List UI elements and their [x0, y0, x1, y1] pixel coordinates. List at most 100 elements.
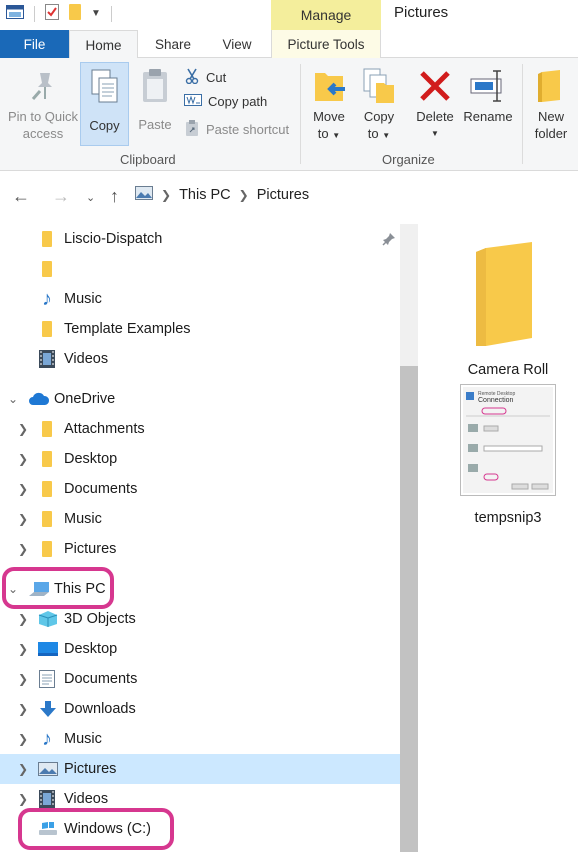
nav-item-label: OneDrive: [54, 391, 116, 407]
group-separator: [300, 64, 301, 164]
nav-item-label: Desktop: [64, 641, 118, 657]
pin-to-quick-access-button[interactable]: Pin to Quick access: [4, 64, 82, 142]
app-icon[interactable]: [6, 5, 24, 22]
folder-icon: [38, 260, 56, 278]
nav-item-onedrive-music[interactable]: ❯ Music: [0, 504, 400, 534]
collapsed-chevron-icon[interactable]: ❯: [16, 672, 30, 686]
paste-shortcut-button[interactable]: Paste shortcut: [184, 120, 289, 139]
breadcrumb-this-pc[interactable]: This PC: [179, 187, 231, 203]
nav-item-this-pc[interactable]: ⌄ This PC: [0, 574, 400, 604]
nav-item-label: Music: [64, 511, 102, 527]
breadcrumb-chevron-icon[interactable]: ❯: [161, 188, 171, 202]
collapsed-chevron-icon[interactable]: ❯: [16, 762, 30, 776]
tab-view[interactable]: View: [206, 30, 268, 58]
nav-item-downloads[interactable]: ❯ Downloads: [0, 694, 400, 724]
nav-pane-scrollbar[interactable]: [400, 224, 418, 852]
delete-dropdown-icon[interactable]: ▼: [431, 125, 439, 142]
tab-picture-tools[interactable]: Picture Tools: [271, 30, 381, 58]
nav-item-onedrive-desktop[interactable]: ❯ Desktop: [0, 444, 400, 474]
delete-button[interactable]: Delete ▼: [412, 64, 458, 142]
breadcrumb-chevron-icon[interactable]: ❯: [239, 188, 249, 202]
nav-item-onedrive-documents[interactable]: ❯ Documents: [0, 474, 400, 504]
nav-item-onedrive[interactable]: ⌄ OneDrive: [0, 384, 400, 414]
new-folder-label-line2: folder: [534, 126, 568, 141]
toolbar-separator: [110, 5, 112, 22]
back-arrow-icon[interactable]: ←: [12, 186, 30, 207]
file-list: Camera Roll Remote Desktop Connection te…: [420, 224, 578, 852]
copy-path-icon: [184, 94, 202, 109]
nav-item-unnamed-folder[interactable]: [0, 254, 400, 284]
paste-shortcut-icon: [184, 120, 200, 139]
copy-to-button[interactable]: Copy to ▼: [356, 64, 402, 144]
properties-icon[interactable]: [45, 4, 59, 23]
tab-share[interactable]: Share: [140, 30, 206, 58]
collapsed-chevron-icon[interactable]: ❯: [16, 612, 30, 626]
computer-icon: [28, 580, 50, 598]
collapsed-chevron-icon[interactable]: ❯: [16, 702, 30, 716]
file-item-tempsnip3[interactable]: Remote Desktop Connection tempsnip3: [448, 384, 568, 526]
nav-item-label: This PC: [54, 581, 106, 597]
expanded-chevron-icon[interactable]: ⌄: [6, 392, 20, 406]
nav-item-pc-pictures[interactable]: ❯ Pictures: [0, 754, 400, 784]
breadcrumb-pictures[interactable]: Pictures: [257, 187, 309, 203]
nav-item-label: Downloads: [64, 701, 136, 717]
collapsed-chevron-icon[interactable]: ❯: [16, 732, 30, 746]
expanded-chevron-icon[interactable]: ⌄: [6, 582, 20, 596]
nav-item-pc-videos[interactable]: ❯ Videos: [0, 784, 400, 814]
nav-item-label: 3D Objects: [64, 611, 136, 627]
collapsed-chevron-icon[interactable]: ❯: [16, 542, 30, 556]
nav-item-label: Template Examples: [64, 321, 191, 337]
nav-item-liscio-dispatch[interactable]: Liscio-Dispatch: [0, 224, 400, 254]
clipboard-group-label: Clipboard: [120, 152, 176, 167]
folder-icon: [38, 320, 56, 338]
nav-item-attachments[interactable]: ❯ Attachments: [0, 414, 400, 444]
music-note-icon: ♪: [42, 727, 52, 750]
new-folder-button[interactable]: New folder: [528, 64, 574, 142]
paste-button[interactable]: Paste: [132, 64, 178, 133]
nav-item-pc-desktop[interactable]: ❯ Desktop: [0, 634, 400, 664]
rename-label: Rename: [463, 109, 513, 124]
copy-button[interactable]: Copy: [80, 62, 129, 146]
address-bar: ← → ⌄ ↑ ❯ This PC ❯ Pictures: [0, 172, 578, 222]
nav-item-windows-c-drive[interactable]: Windows (C:): [0, 814, 400, 844]
nav-item-music-quick[interactable]: ♪ Music: [0, 284, 400, 314]
manage-contextual-tab[interactable]: Manage: [271, 0, 381, 30]
pinned-icon[interactable]: [382, 232, 396, 250]
collapsed-chevron-icon[interactable]: ❯: [16, 642, 30, 656]
folder-icon: [38, 510, 56, 528]
tab-home[interactable]: Home: [69, 30, 138, 59]
group-separator: [522, 64, 523, 164]
collapsed-chevron-icon[interactable]: ❯: [16, 512, 30, 526]
scrollbar-thumb[interactable]: [400, 366, 418, 852]
new-folder-label-line1: New: [537, 109, 564, 124]
nav-item-pc-music[interactable]: ❯ ♪ Music: [0, 724, 400, 754]
collapsed-chevron-icon[interactable]: ❯: [16, 792, 30, 806]
nav-item-3d-objects[interactable]: ❯ 3D Objects: [0, 604, 400, 634]
recent-locations-chevron-icon[interactable]: ⌄: [86, 191, 95, 204]
customize-toolbar-icon[interactable]: ▼: [91, 8, 101, 19]
rename-button[interactable]: Rename: [462, 64, 514, 125]
collapsed-chevron-icon[interactable]: ❯: [16, 482, 30, 496]
tab-file[interactable]: File: [0, 30, 69, 58]
navigation-pane: Liscio-Dispatch ♪ Music Template Example…: [0, 224, 400, 852]
up-arrow-icon[interactable]: ↑: [110, 186, 119, 207]
nav-item-pc-documents[interactable]: ❯ Documents: [0, 664, 400, 694]
copy-to-icon: [362, 64, 396, 108]
copy-path-button[interactable]: Copy path: [184, 94, 267, 109]
nav-item-label: Desktop: [64, 451, 118, 467]
move-to-label-line1: Move: [313, 109, 345, 124]
nav-item-template-examples[interactable]: Template Examples: [0, 314, 400, 344]
collapsed-chevron-icon[interactable]: ❯: [16, 422, 30, 436]
file-item-camera-roll[interactable]: Camera Roll: [448, 242, 568, 378]
drive-icon: [38, 820, 58, 838]
film-strip-icon: [38, 350, 56, 368]
forward-arrow-icon[interactable]: →: [52, 186, 70, 207]
nav-item-onedrive-pictures[interactable]: ❯ Pictures: [0, 534, 400, 564]
collapsed-chevron-icon[interactable]: ❯: [16, 452, 30, 466]
new-folder-icon[interactable]: [69, 4, 81, 23]
move-to-button[interactable]: Move to ▼: [306, 64, 352, 144]
cut-button[interactable]: Cut: [184, 68, 226, 87]
cloud-icon: [28, 390, 50, 408]
nav-item-videos-quick[interactable]: Videos: [0, 344, 400, 374]
pin-icon: [28, 64, 58, 108]
